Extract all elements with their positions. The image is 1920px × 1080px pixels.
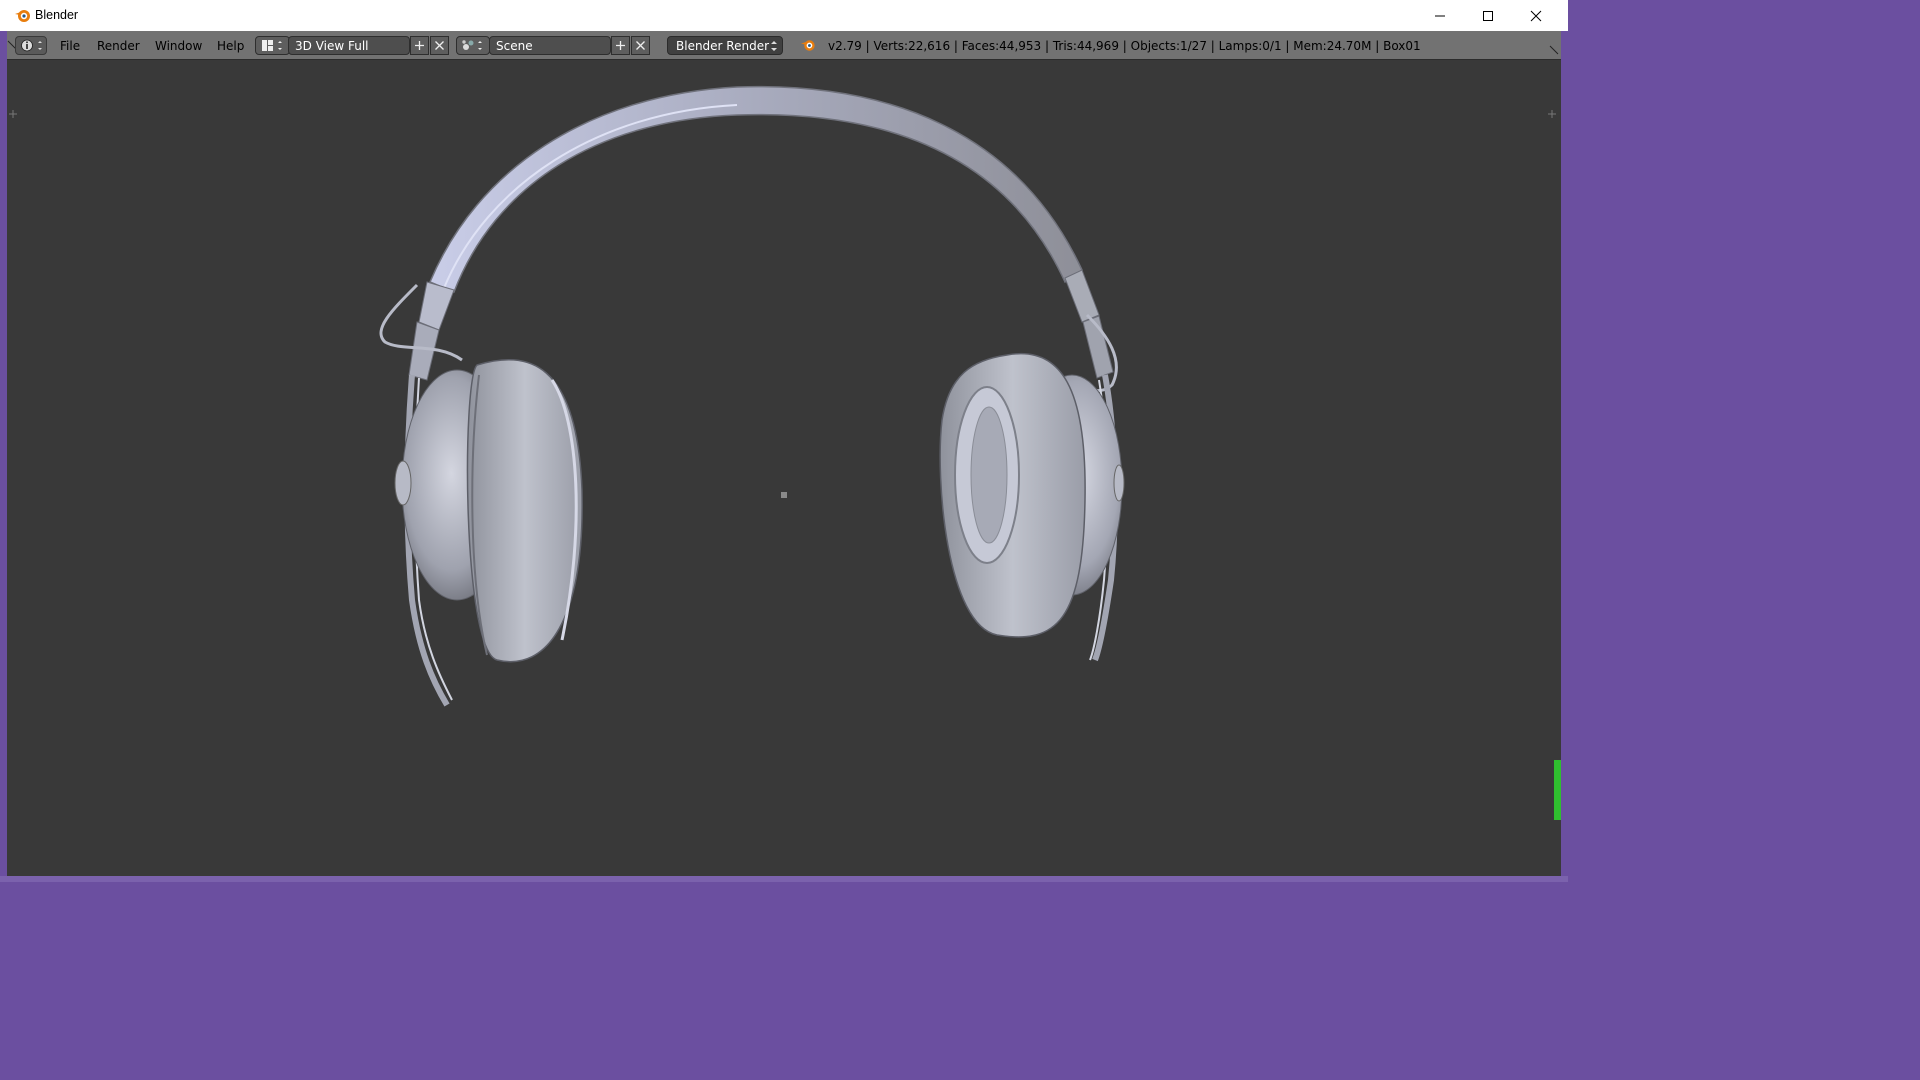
render-engine-dropdown[interactable]: Blender Render xyxy=(667,36,783,55)
window-titlebar[interactable]: Blender xyxy=(0,0,1568,31)
menu-help[interactable]: Help xyxy=(217,39,244,53)
delete-scene-button[interactable] xyxy=(631,36,650,55)
delete-screen-button[interactable] xyxy=(430,36,449,55)
scene-icon xyxy=(462,40,482,50)
scene-statistics: v2.79 | Verts:22,616 | Faces:44,953 | Tr… xyxy=(828,39,1421,53)
window-title: Blender xyxy=(35,8,79,22)
close-icon xyxy=(1530,10,1542,21)
info-icon xyxy=(21,39,42,52)
plus-icon xyxy=(415,41,424,50)
screen-layout-icon xyxy=(262,40,282,51)
minimize-icon xyxy=(1435,15,1445,16)
window-bottom-border xyxy=(0,876,1568,882)
x-icon xyxy=(636,41,645,50)
plus-icon xyxy=(616,41,625,50)
menu-window[interactable]: Window xyxy=(155,39,202,53)
menu-render[interactable]: Render xyxy=(97,39,140,53)
scene-field[interactable]: Scene xyxy=(489,36,611,55)
scene-browse-button[interactable] xyxy=(456,36,490,55)
screen-layout-browse-button[interactable] xyxy=(255,36,290,55)
dropdown-arrows-icon xyxy=(771,41,777,51)
screen-layout-field[interactable]: 3D View Full xyxy=(288,36,410,55)
headphones-model xyxy=(9,85,1556,900)
screen-layout-value: 3D View Full xyxy=(295,39,369,53)
editor-type-selector[interactable] xyxy=(15,36,47,55)
info-header: File Render Window Help 3D View Full Sce… xyxy=(7,31,1561,60)
minimize-button[interactable] xyxy=(1416,0,1464,31)
3d-viewport[interactable] xyxy=(7,60,1561,900)
status-indicator-bar xyxy=(1554,760,1561,820)
menu-file[interactable]: File xyxy=(60,39,80,53)
close-button[interactable] xyxy=(1512,0,1560,31)
add-screen-button[interactable] xyxy=(410,36,429,55)
object-origin-point xyxy=(781,492,787,498)
maximize-icon xyxy=(1483,10,1493,21)
render-engine-value: Blender Render xyxy=(676,39,770,53)
scene-value: Scene xyxy=(496,39,533,53)
x-icon xyxy=(435,41,444,50)
blender-logo-icon xyxy=(800,37,817,57)
blender-window: File Render Window Help 3D View Full Sce… xyxy=(7,31,1561,900)
area-split-corner-icon[interactable] xyxy=(1549,45,1559,55)
blender-logo-icon xyxy=(14,7,32,25)
maximize-button[interactable] xyxy=(1464,0,1512,31)
add-scene-button[interactable] xyxy=(611,36,630,55)
